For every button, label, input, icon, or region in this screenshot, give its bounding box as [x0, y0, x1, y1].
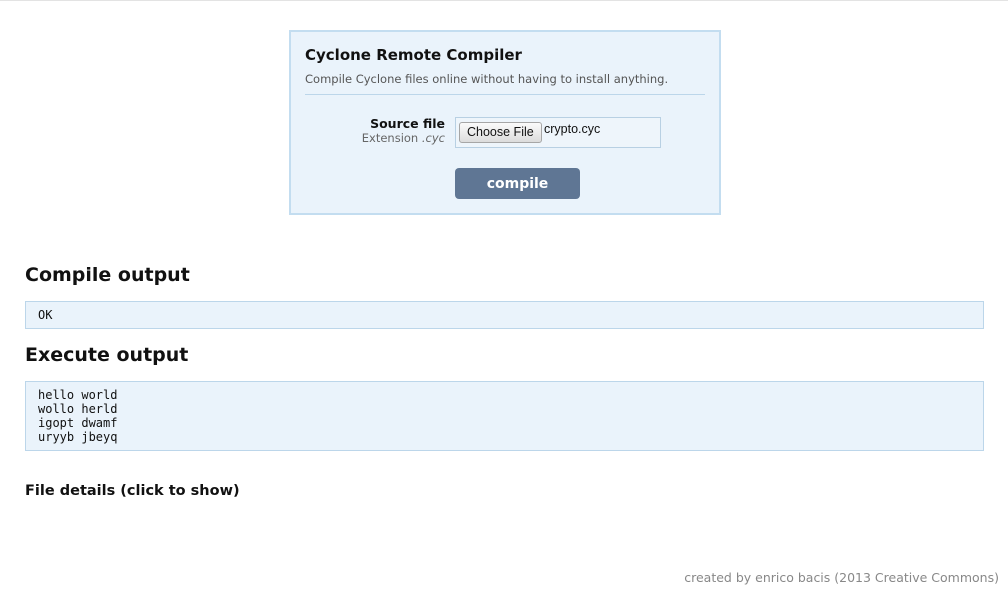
extension-hint-value: .cyc [421, 131, 445, 145]
file-details-toggle[interactable]: File details (click to show) [25, 483, 240, 499]
source-file-label: Source file Extension .cyc [362, 116, 445, 145]
choose-file-button[interactable]: Choose File [459, 122, 542, 143]
compile-button[interactable]: compile [455, 168, 580, 199]
upload-form-panel: Cyclone Remote Compiler Compile Cyclone … [289, 30, 721, 215]
extension-hint-prefix: Extension [361, 131, 422, 145]
execute-output-box: hello world wollo herld igopt dwamf uryy… [25, 381, 984, 451]
panel-title: Cyclone Remote Compiler [305, 46, 522, 64]
source-file-label-text: Source file [370, 116, 445, 131]
selected-file-name: crypto.cyc [544, 122, 601, 136]
top-rule [0, 0, 1008, 1]
source-file-input[interactable]: Choose File crypto.cyc [455, 117, 661, 148]
footer-credit: created by enrico bacis (2013 Creative C… [684, 570, 999, 585]
execute-output-heading: Execute output [25, 344, 189, 366]
compile-output-heading: Compile output [25, 264, 190, 286]
compile-output-box: OK [25, 301, 984, 329]
panel-subtitle: Compile Cyclone files online without hav… [305, 72, 669, 86]
source-file-extension-hint: Extension .cyc [362, 131, 445, 145]
panel-divider [305, 94, 705, 95]
